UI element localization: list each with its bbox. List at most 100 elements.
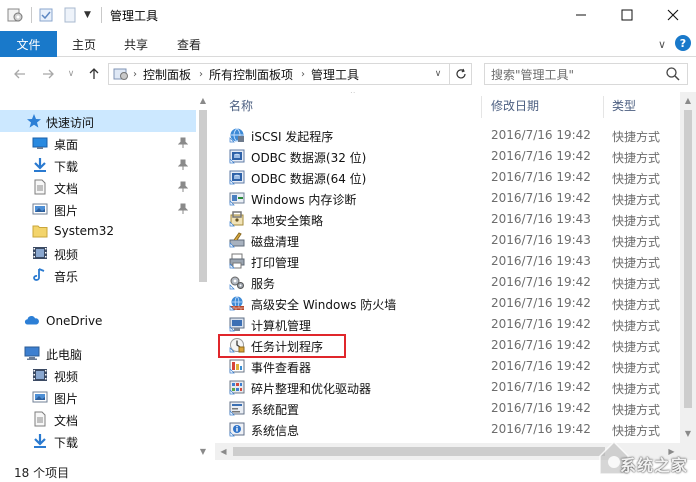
search-input[interactable]: 搜索"管理工具" (491, 66, 574, 83)
file-row[interactable]: 系统配置 2016/7/16 19:42 快捷方式 (215, 398, 680, 419)
file-date: 2016/7/16 19:42 (491, 128, 591, 142)
breadcrumb-all-items[interactable]: 所有控制面板项 (209, 66, 293, 83)
nav-pc-pictures[interactable]: 图片 (0, 386, 196, 408)
nav-system32[interactable]: System32 (0, 220, 196, 242)
nav-onedrive[interactable]: OneDrive (0, 310, 196, 332)
file-date: 2016/7/16 19:42 (491, 296, 591, 310)
file-type: 快捷方式 (612, 151, 661, 165)
file-row[interactable]: Windows 内存诊断 2016/7/16 19:42 快捷方式 (215, 188, 680, 209)
nav-music[interactable]: 音乐 (0, 264, 196, 286)
nav-pictures[interactable]: 图片 (0, 198, 196, 220)
tab-share[interactable]: 共享 (124, 31, 148, 57)
file-row[interactable]: ODBC 数据源(32 位) 2016/7/16 19:42 快捷方式 (215, 146, 680, 167)
pin-icon[interactable] (178, 181, 188, 193)
file-row[interactable]: 事件查看器 2016/7/16 19:42 快捷方式 (215, 356, 680, 377)
file-date: 2016/7/16 19:42 (491, 191, 591, 205)
column-header-type[interactable]: 类型 (612, 92, 636, 118)
search-box[interactable]: 搜索"管理工具" (484, 63, 688, 85)
pin-icon[interactable] (178, 137, 188, 149)
scroll-down-arrow[interactable]: ▼ (196, 443, 210, 460)
scroll-up-arrow[interactable]: ▲ (196, 92, 210, 109)
customize-quick-access-dropdown[interactable]: ▼ (84, 6, 96, 24)
column-separator[interactable] (481, 96, 482, 118)
breadcrumb-separator[interactable]: › (301, 69, 305, 80)
file-row[interactable]: 打印管理 2016/7/16 19:43 快捷方式 (215, 251, 680, 272)
file-row[interactable]: 高级安全 Windows 防火墙 2016/7/16 19:42 快捷方式 (215, 293, 680, 314)
file-row[interactable]: 本地安全策略 2016/7/16 19:43 快捷方式 (215, 209, 680, 230)
search-icon[interactable] (665, 66, 681, 82)
tab-view[interactable]: 查看 (177, 31, 201, 57)
column-header-date[interactable]: 修改日期 (491, 92, 539, 118)
close-button[interactable] (650, 0, 696, 30)
file-list-scrollbar[interactable]: ▲ ▼ (680, 92, 696, 460)
file-row[interactable]: ODBC 数据源(64 位) 2016/7/16 19:42 快捷方式 (215, 167, 680, 188)
file-name: 计算机管理 (251, 319, 312, 333)
file-name: 系统信息 (251, 424, 300, 438)
nav-pc-videos[interactable]: 视频 (0, 364, 196, 386)
maximize-button[interactable] (604, 0, 650, 30)
recent-locations-dropdown[interactable]: ∨ (64, 64, 78, 84)
up-button[interactable] (84, 64, 104, 84)
nav-documents[interactable]: 文档 (0, 176, 196, 198)
minimize-button[interactable] (558, 0, 604, 30)
nav-desktop[interactable]: 桌面 (0, 132, 196, 154)
pin-icon[interactable] (178, 159, 188, 171)
print-management-icon (229, 253, 245, 269)
file-row[interactable]: 服务 2016/7/16 19:42 快捷方式 (215, 272, 680, 293)
scroll-left-arrow[interactable]: ◀ (215, 443, 232, 460)
help-button[interactable]: ? (675, 35, 691, 51)
nav-videos[interactable]: 视频 (0, 242, 196, 264)
folder-icon (32, 223, 48, 239)
file-row[interactable]: 磁盘清理 2016/7/16 19:43 快捷方式 (215, 230, 680, 251)
properties-icon[interactable] (6, 6, 26, 24)
file-date: 2016/7/16 19:42 (491, 170, 591, 184)
expand-ribbon-button[interactable]: ∨ (654, 35, 670, 53)
breadcrumb-separator: › (133, 68, 137, 80)
file-name: 服务 (251, 277, 276, 291)
column-header-name[interactable]: 名称 (229, 92, 253, 118)
address-bar[interactable]: › 控制面板 › 所有控制面板项 › 管理工具 ∨ (108, 63, 472, 85)
nav-quick-access[interactable]: 快速访问 (0, 110, 196, 132)
watermark-text: 系统之家 (620, 456, 689, 475)
file-type: 快捷方式 (612, 382, 661, 396)
file-list-scroll-thumb[interactable] (684, 110, 692, 408)
defrag-icon (229, 380, 245, 395)
file-name: 事件查看器 (251, 361, 312, 375)
navpane-scroll-thumb[interactable] (199, 110, 207, 282)
odbc-icon (229, 170, 245, 185)
column-separator[interactable] (603, 96, 604, 118)
file-list: ⌃ 名称 修改日期 类型 iSCSI 发起程序 2016/7/16 19:42 快捷… (215, 92, 680, 442)
star-icon (26, 113, 42, 129)
forward-button[interactable] (38, 64, 58, 84)
computer-icon (24, 345, 40, 361)
nav-downloads[interactable]: 下载 (0, 154, 196, 176)
breadcrumb-admin-tools[interactable]: 管理工具 (311, 66, 359, 83)
scroll-up-arrow[interactable]: ▲ (680, 92, 696, 109)
item-count: 18 个项目 (14, 466, 70, 480)
nav-this-pc[interactable]: 此电脑 (0, 342, 196, 364)
tab-file[interactable]: 文件 (0, 31, 57, 57)
pin-icon[interactable] (178, 203, 188, 215)
new-folder-icon[interactable] (62, 6, 80, 24)
up-arrow-icon (89, 68, 99, 79)
refresh-button[interactable] (449, 64, 471, 84)
file-row[interactable]: iSCSI 发起程序 2016/7/16 19:42 快捷方式 (215, 125, 680, 146)
nav-pc-downloads[interactable]: 下载 (0, 430, 196, 452)
checkbox-properties-icon[interactable] (38, 6, 56, 24)
file-name: 系统配置 (251, 403, 300, 417)
breadcrumb-separator[interactable]: › (199, 69, 203, 80)
back-button[interactable] (10, 64, 30, 84)
tab-home[interactable]: 主页 (72, 31, 96, 57)
horizontal-scroll-thumb[interactable] (233, 447, 605, 456)
disk-cleanup-icon (229, 232, 245, 248)
desktop-icon (32, 135, 48, 151)
navpane-scrollbar[interactable]: ▲ ▼ (196, 92, 210, 460)
document-icon (32, 411, 48, 427)
file-date: 2016/7/16 19:42 (491, 275, 591, 289)
nav-pc-documents[interactable]: 文档 (0, 408, 196, 430)
file-row[interactable]: 计算机管理 2016/7/16 19:42 快捷方式 (215, 314, 680, 335)
breadcrumb-control-panel[interactable]: 控制面板 (143, 66, 191, 83)
computer-management-icon (229, 317, 245, 332)
file-row[interactable]: 碎片整理和优化驱动器 2016/7/16 19:42 快捷方式 (215, 377, 680, 398)
address-dropdown[interactable]: ∨ (429, 64, 447, 84)
